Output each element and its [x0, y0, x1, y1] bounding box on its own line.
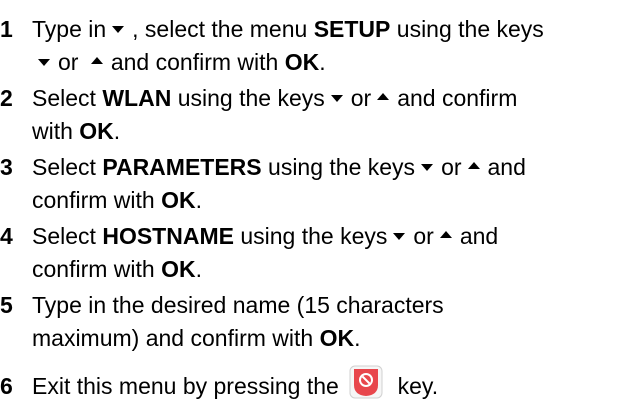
- menu-parameters: PARAMETERS: [102, 154, 262, 180]
- text-fragment: using the keys: [240, 223, 388, 249]
- step-number: 3: [0, 154, 13, 180]
- text-fragment: Type in: [32, 16, 107, 42]
- step-1: 1 Type in , select the menu SETUP using t…: [0, 13, 638, 83]
- step-4: 4 Select HOSTNAME using the keys or and co…: [0, 220, 638, 290]
- text-fragment: .: [195, 256, 202, 282]
- text-fragment: confirm with: [32, 256, 155, 282]
- text-fragment: Select: [32, 154, 96, 180]
- text-fragment: and confirm: [397, 85, 518, 111]
- step-text: Select WLAN using the keys or and confirm …: [32, 82, 632, 148]
- text-fragment: Type in the desired name (15 characters: [32, 292, 444, 318]
- step-3: 3 Select PARAMETERS using the keys or and …: [0, 151, 638, 221]
- menu-setup: SETUP: [313, 16, 391, 42]
- text-fragment: Exit this menu by pressing the: [32, 373, 339, 399]
- step-2: 2 Select WLAN using the keys or and confir…: [0, 82, 638, 152]
- step-number: 4: [0, 223, 13, 249]
- text-fragment: using the keys: [177, 85, 325, 111]
- arrow-up-icon: [439, 231, 452, 239]
- text-fragment: .: [113, 118, 121, 144]
- key-ok: OK: [161, 187, 196, 213]
- step-text: Exit this menu by pressing the key.: [32, 365, 632, 405]
- text-fragment: or: [350, 85, 372, 111]
- arrow-up-icon: [377, 93, 390, 101]
- text-fragment: confirm with: [32, 187, 155, 213]
- text-fragment: or: [413, 223, 434, 249]
- arrow-up-icon: [467, 162, 480, 170]
- step-number: 1: [0, 16, 13, 42]
- text-fragment: , select the menu: [132, 16, 308, 42]
- menu-hostname: HOSTNAME: [102, 223, 234, 249]
- text-fragment: and: [487, 154, 526, 180]
- step-text: Select PARAMETERS using the keys or and co…: [32, 151, 632, 217]
- exit-key-svg: [349, 365, 383, 399]
- step-text: Type in , select the menu SETUP using the…: [32, 13, 632, 79]
- step-5: 5 Type in the desired name (15 character…: [0, 289, 638, 359]
- arrow-down-icon: [330, 95, 343, 103]
- arrow-up-icon: [90, 57, 103, 65]
- menu-wlan: WLAN: [102, 85, 172, 111]
- step-number: 6: [0, 373, 13, 399]
- text-fragment: using the keys: [396, 16, 544, 42]
- arrow-down-icon: [38, 59, 50, 67]
- key-ok: OK: [284, 49, 320, 75]
- text-fragment: and confirm with: [110, 49, 279, 75]
- exit-key-icon: [349, 365, 383, 399]
- text-fragment: .: [319, 49, 326, 75]
- text-fragment: with: [32, 118, 73, 144]
- text-fragment: .: [354, 325, 361, 351]
- arrow-down-icon: [393, 233, 406, 241]
- key-ok: OK: [79, 118, 114, 144]
- text-fragment: .: [195, 187, 202, 213]
- step-text: Select HOSTNAME using the keys or and conf…: [32, 220, 632, 286]
- step-number: 2: [0, 85, 13, 111]
- arrow-down-icon: [421, 164, 434, 172]
- key-ok: OK: [161, 256, 196, 282]
- text-fragment: or: [58, 49, 79, 75]
- step-number: 5: [0, 292, 13, 318]
- key-ok: OK: [319, 325, 355, 351]
- arrow-down-icon: [112, 26, 125, 34]
- text-fragment: using the keys: [268, 154, 416, 180]
- text-fragment: key.: [397, 373, 439, 399]
- text-fragment: Select: [32, 223, 96, 249]
- text-fragment: maximum) and confirm with: [32, 325, 314, 351]
- step-6: 6 Exit this menu by pressing the key.: [0, 365, 638, 406]
- text-fragment: Select: [32, 85, 96, 111]
- text-fragment: or: [441, 154, 462, 180]
- text-fragment: and: [459, 223, 499, 249]
- step-text: Type in the desired name (15 characters …: [32, 289, 632, 355]
